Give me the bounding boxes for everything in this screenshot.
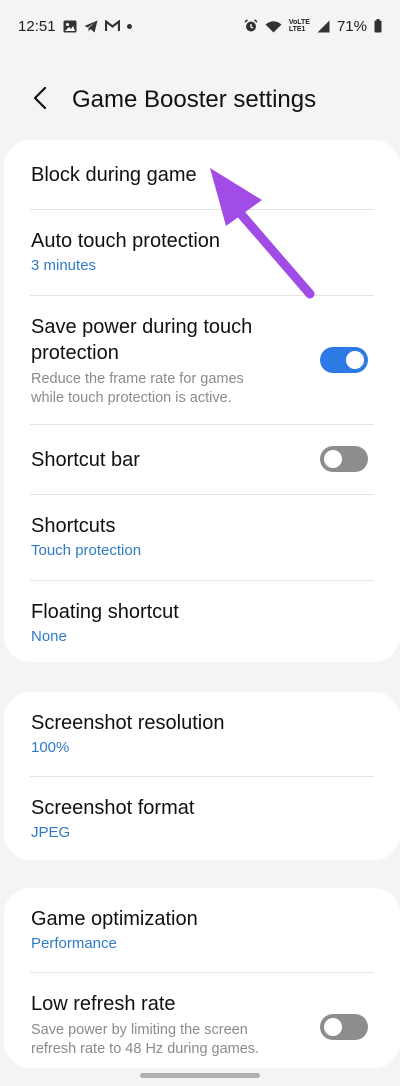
setting-value: Performance — [31, 935, 117, 952]
setting-value: Touch protection — [31, 542, 142, 559]
setting-title: Screenshot format — [31, 797, 195, 819]
back-button[interactable] — [10, 70, 70, 130]
setting-title: Floating shortcut — [31, 601, 179, 623]
setting-block-during-game[interactable]: Block during game — [4, 140, 400, 210]
telegram-icon — [84, 20, 98, 33]
status-bar-left: 12:51 — [18, 18, 132, 35]
toggle-knob — [344, 349, 366, 371]
setting-title: Game optimization — [31, 908, 198, 930]
setting-title-line1: Save power during touch — [31, 316, 253, 338]
notification-dot-icon — [126, 23, 132, 29]
setting-save-power[interactable]: Save power during touch protection Reduc… — [4, 296, 400, 425]
setting-title: Shortcut bar — [31, 449, 140, 471]
setting-desc-line1: Reduce the frame rate for games — [31, 371, 244, 387]
alarm-icon — [244, 19, 258, 33]
gesture-nav-handle[interactable] — [140, 1073, 260, 1078]
setting-value: JPEG — [31, 824, 71, 841]
setting-value: 100% — [31, 739, 70, 756]
settings-card-performance: Game optimization Performance Low refres… — [4, 888, 400, 1068]
setting-text: Low refresh rate Save power by limiting … — [31, 991, 259, 1059]
setting-low-refresh-rate[interactable]: Low refresh rate Save power by limiting … — [4, 973, 400, 1068]
app-header: Game Booster settings — [0, 70, 400, 130]
signal-icon — [317, 20, 330, 33]
back-arrow-icon — [33, 86, 47, 115]
lte-indicator: VoLTE LTE1 — [288, 19, 310, 33]
low-refresh-rate-toggle[interactable] — [320, 1014, 368, 1040]
page-title: Game Booster settings — [72, 86, 317, 113]
shortcut-bar-toggle[interactable] — [320, 446, 368, 472]
save-power-toggle[interactable] — [320, 347, 368, 373]
toggle-knob — [322, 448, 344, 470]
setting-text: Block during game — [31, 162, 197, 188]
setting-screenshot-resolution[interactable]: Screenshot resolution 100% — [4, 692, 400, 776]
settings-card-screenshots: Screenshot resolution 100% Screenshot fo… — [4, 692, 400, 860]
settings-card-general: Block during game Auto touch protection … — [4, 140, 400, 662]
setting-auto-touch-protection[interactable]: Auto touch protection 3 minutes — [4, 210, 400, 296]
setting-shortcuts[interactable]: Shortcuts Touch protection — [4, 495, 400, 581]
status-bar: 12:51 VoLTE LTE1 71% — [0, 0, 400, 52]
setting-text: Shortcuts Touch protection — [31, 513, 141, 559]
setting-text: Auto touch protection 3 minutes — [31, 228, 220, 274]
setting-text: Game optimization Performance — [31, 906, 198, 952]
setting-title-line2: protection — [31, 342, 119, 364]
setting-text: Screenshot resolution 100% — [31, 710, 224, 756]
setting-value: 3 minutes — [31, 257, 97, 274]
setting-description: Save power by limiting the screen refres… — [31, 1021, 259, 1059]
toggle-knob — [322, 1016, 344, 1038]
status-bar-right: VoLTE LTE1 71% — [244, 18, 382, 35]
setting-desc-line2: while touch protection is active. — [31, 390, 232, 406]
setting-screenshot-format[interactable]: Screenshot format JPEG — [4, 777, 400, 860]
setting-floating-shortcut[interactable]: Floating shortcut None — [4, 581, 400, 662]
setting-title: Screenshot resolution — [31, 712, 225, 734]
battery-icon — [374, 19, 382, 33]
setting-desc-line1: Save power by limiting the screen — [31, 1022, 248, 1038]
setting-shortcut-bar[interactable]: Shortcut bar — [4, 425, 400, 495]
setting-title: Low refresh rate — [31, 993, 176, 1015]
setting-text: Screenshot format JPEG — [31, 795, 194, 841]
setting-title: Auto touch protection — [31, 230, 221, 252]
setting-title: Block during game — [31, 164, 197, 186]
setting-game-optimization[interactable]: Game optimization Performance — [4, 888, 400, 972]
battery-percent: 71% — [336, 17, 367, 35]
setting-title: Shortcuts — [31, 515, 116, 537]
setting-desc-line2: refresh rate to 48 Hz during games. — [31, 1041, 260, 1057]
setting-text: Floating shortcut None — [31, 599, 179, 645]
status-time: 12:51 — [18, 17, 56, 35]
setting-text: Save power during touch protection Reduc… — [31, 314, 252, 408]
setting-description: Reduce the frame rate for games while to… — [31, 370, 252, 408]
setting-value: None — [31, 628, 67, 645]
wifi-icon — [265, 20, 282, 33]
gmail-icon — [104, 20, 120, 32]
setting-text: Shortcut bar — [31, 447, 140, 473]
gallery-icon — [63, 20, 77, 33]
